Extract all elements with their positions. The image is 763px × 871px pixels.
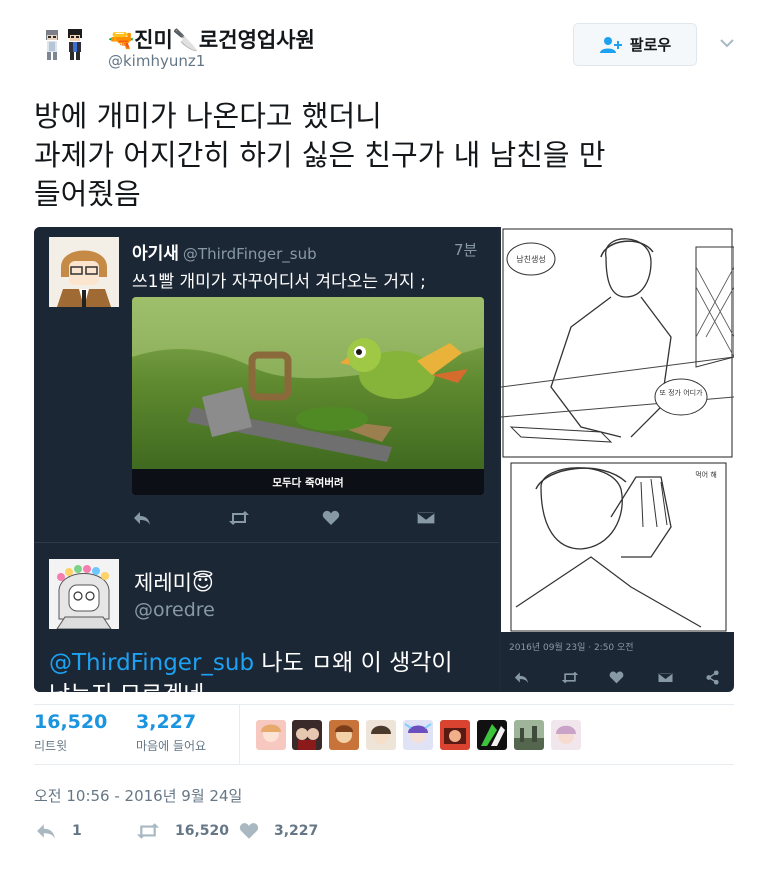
liker-avatar[interactable] — [366, 720, 396, 750]
retweet-icon[interactable] — [228, 509, 250, 527]
like-icon — [239, 823, 259, 839]
screenshot-panel: 아기새 @ThirdFinger_sub 7분 쓰1빨 개미가 자꾸어디서 겨다오… — [34, 227, 499, 692]
liker-avatar[interactable] — [440, 720, 470, 750]
like-count: 3,227 — [136, 711, 197, 733]
retweet-label: 리트윗 — [34, 739, 68, 753]
like-action[interactable]: 3,227 — [238, 821, 318, 841]
tweet-text: 방에 개미가 나온다고 했더니 과제가 어지간히 하기 싫은 친구가 내 남친을… — [34, 97, 744, 214]
liker-avatar[interactable] — [292, 720, 322, 750]
quoted-text-2: @ThirdFinger_sub 나도 ㅁ왜 이 생각이 났는지 모르겠네 — [49, 647, 453, 692]
tweet-header: 🔫진미🔪로건영업사원 @kimhyunz1 팔로우 — [0, 0, 763, 82]
follow-button[interactable]: 팔로우 — [573, 23, 697, 66]
reply-action[interactable]: 1 — [34, 821, 82, 841]
stats-separator — [239, 705, 240, 764]
share-icon[interactable] — [705, 670, 720, 685]
quoted-name-1[interactable]: 아기새 @ThirdFinger_sub — [132, 239, 317, 264]
liker-avatar[interactable] — [477, 720, 507, 750]
liker-avatar[interactable] — [329, 720, 359, 750]
quoted-text-2-line2: 났는지 모르겠네 — [49, 682, 204, 692]
quoted-avatar-2 — [49, 559, 119, 629]
retweet-stat[interactable]: 16,520 리트윗 — [34, 711, 107, 754]
retweet-icon — [136, 823, 160, 839]
like-icon[interactable] — [322, 509, 340, 527]
dm-icon[interactable] — [416, 509, 436, 527]
reply-icon[interactable] — [513, 670, 530, 685]
tweet-text-line: 과제가 어지간히 하기 싫은 친구가 내 남친을 만 — [34, 138, 606, 172]
quoted-handle-2[interactable]: @oredre — [134, 599, 215, 621]
comic-drawing: 남친생성 또 정가 어디가 먹어 해 — [501, 227, 734, 692]
quoted-actions-1 — [132, 509, 442, 529]
retweet-action[interactable]: 16,520 — [135, 821, 229, 841]
dm-icon[interactable] — [657, 670, 674, 685]
retweet-icon[interactable] — [561, 670, 579, 685]
author-handle[interactable]: @kimhyunz1 — [108, 52, 205, 70]
mention-link[interactable]: @ThirdFinger_sub — [49, 650, 254, 676]
speech-bubble-3: 먹어 해 — [695, 470, 717, 479]
reply-count: 1 — [72, 823, 82, 839]
liker-avatar[interactable] — [514, 720, 544, 750]
author-name[interactable]: 🔫진미🔪로건영업사원 — [108, 24, 315, 54]
author-avatar[interactable] — [36, 24, 92, 66]
quoted-text-2-body: 나도 ㅁ왜 이 생각이 — [254, 650, 453, 676]
like-icon[interactable] — [609, 670, 624, 685]
tweet-text-line: 방에 개미가 나온다고 했더니 — [34, 99, 382, 133]
liker-avatar[interactable] — [551, 720, 581, 750]
tweet-timestamp[interactable]: 오전 10:56 - 2016년 9월 24일 — [34, 785, 242, 806]
liker-avatar[interactable] — [403, 720, 433, 750]
comic-actions — [513, 670, 723, 688]
like-action-count: 3,227 — [274, 823, 319, 839]
reply-icon — [37, 824, 55, 839]
quoted-text-1: 쓰1빨 개미가 자꾸어디서 겨다오는 거지 ; — [132, 272, 426, 292]
quoted-name-2[interactable]: 제레미😇 — [134, 567, 214, 597]
chevron-down-icon[interactable] — [716, 32, 738, 54]
video-thumbnail: 모두다 죽여버려 — [132, 297, 484, 495]
quoted-handle-1: @ThirdFinger_sub — [182, 245, 317, 263]
follow-button-label: 팔로우 — [629, 36, 672, 54]
quoted-time-1: 7분 — [454, 241, 478, 259]
video-frame — [132, 297, 484, 469]
speech-bubble-1: 남친생성 — [516, 254, 545, 264]
liker-avatar[interactable] — [256, 720, 286, 750]
reply-icon[interactable] — [132, 509, 152, 527]
like-label: 마음에 들어요 — [136, 739, 207, 753]
quoted-name-1-text: 아기새 — [132, 244, 179, 264]
comic-footer: 2016년 09월 23일 · 2:50 오전 — [501, 632, 734, 692]
follow-user-icon — [599, 36, 622, 53]
speech-bubble-2: 또 정가 어디가 — [659, 388, 703, 397]
retweet-count: 16,520 — [34, 711, 108, 733]
quoted-avatar-1 — [49, 237, 119, 307]
tweet-text-line: 들어줬음 — [34, 177, 141, 211]
like-stat[interactable]: 3,227 마음에 들어요 — [136, 711, 206, 754]
tweet-stats: 16,520 리트윗 3,227 마음에 들어요 — [34, 704, 734, 765]
tweet-media[interactable]: 아기새 @ThirdFinger_sub 7분 쓰1빨 개미가 자꾸어디서 겨다오… — [34, 227, 734, 692]
tweet-actions: 1 16,520 3,227 — [34, 821, 734, 847]
retweet-action-count: 16,520 — [175, 823, 230, 839]
tweet-divider — [34, 542, 499, 543]
comic-date: 2016년 09월 23일 · 2:50 오전 — [509, 643, 634, 653]
video-caption: 모두다 죽여버려 — [132, 469, 484, 495]
